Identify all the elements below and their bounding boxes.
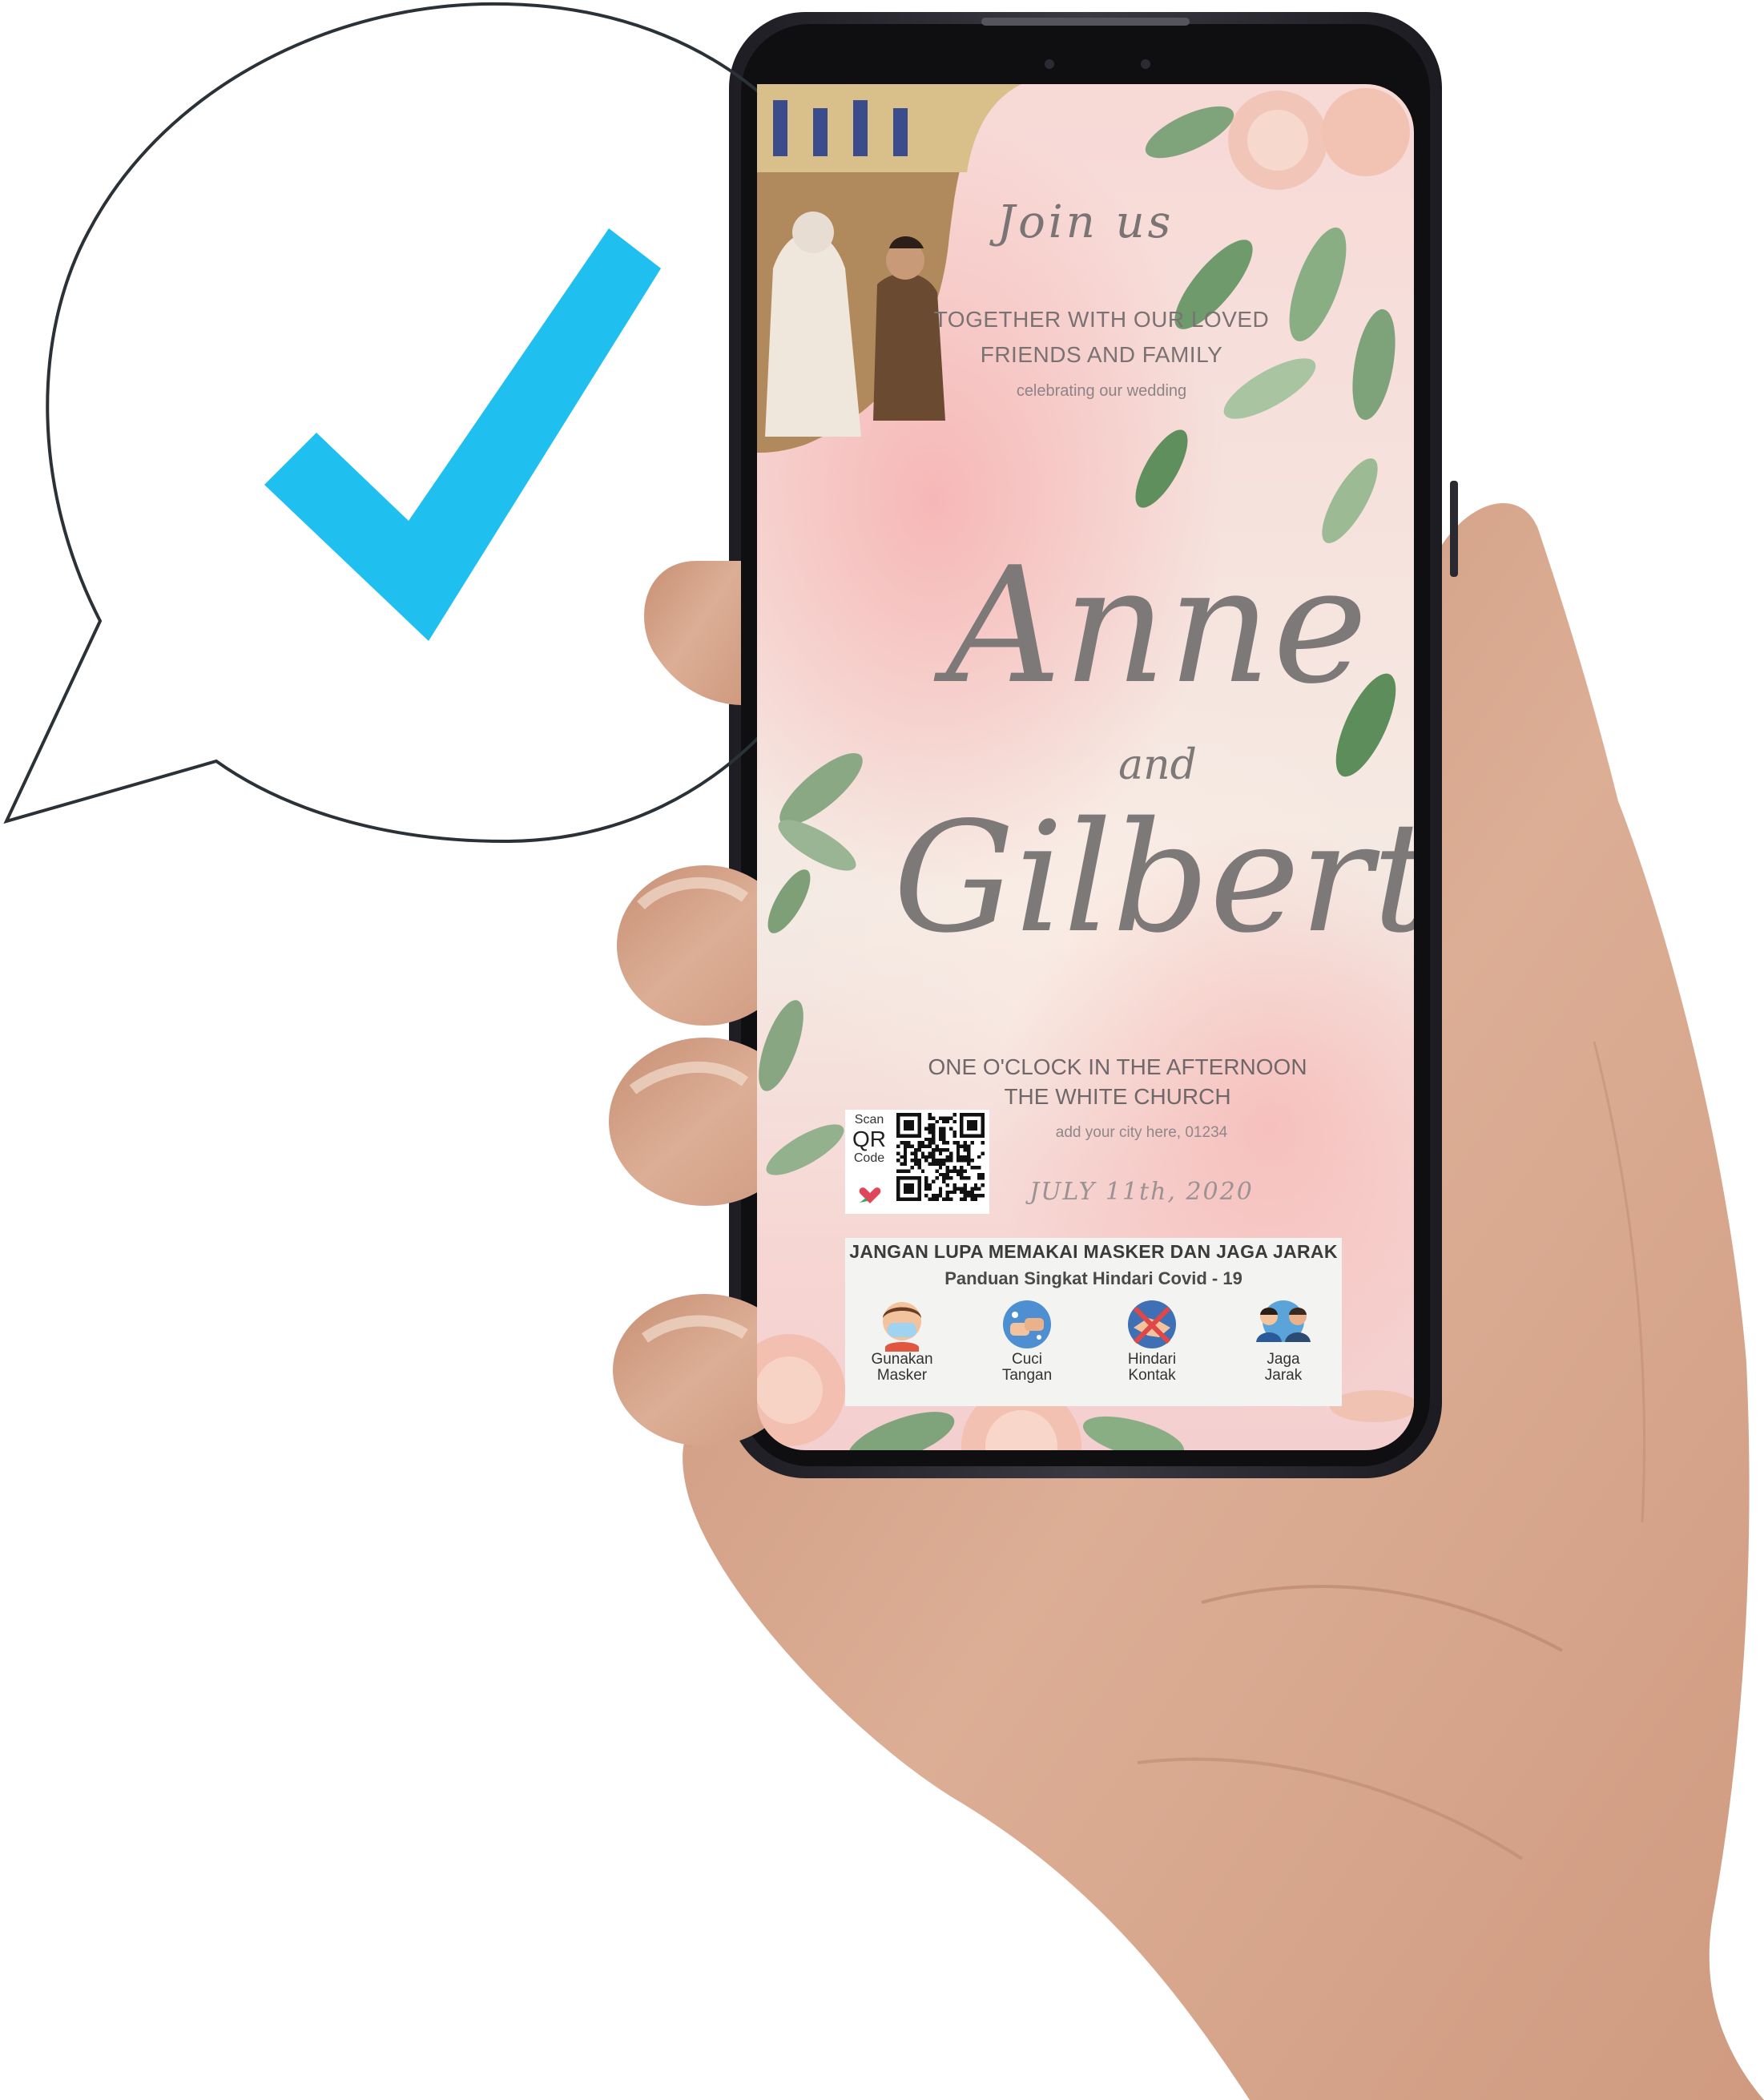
covid-title: JANGAN LUPA MEMAKAI MASKER DAN JAGA JARA… — [849, 1241, 1338, 1262]
covid-guide-banner: JANGAN LUPA MEMAKAI MASKER DAN JAGA JARA… — [845, 1238, 1342, 1406]
bride-name: Anne — [945, 533, 1370, 719]
tip-mask-line1: Gunakan — [871, 1351, 933, 1368]
tip-contact: Hindari Kontak — [1100, 1297, 1204, 1406]
tip-handwash: Cuci Tangan — [975, 1297, 1079, 1406]
venue-name: THE WHITE CHURCH — [1004, 1084, 1231, 1109]
handshake-icon — [1128, 1300, 1176, 1348]
together-line-2: FRIENDS AND FAMILY — [980, 342, 1223, 367]
groom-name: Gilbert — [893, 789, 1414, 966]
tip-handwash-line1: Cuci — [1011, 1351, 1042, 1368]
tip-contact-line1: Hindari — [1127, 1351, 1177, 1368]
qr-code-icon[interactable] — [896, 1113, 985, 1201]
covid-subtitle: Panduan Singkat Hindari Covid - 19 — [944, 1268, 1242, 1288]
tip-mask-line2: Masker — [876, 1367, 928, 1384]
qr-label-top: Scan — [854, 1113, 884, 1127]
social-distance-icon — [1256, 1300, 1311, 1342]
and-text: and — [1118, 741, 1197, 789]
tip-distance-line1: Jaga — [1267, 1351, 1300, 1368]
ceremony-time: ONE O'CLOCK IN THE AFTERNOON — [928, 1054, 1307, 1079]
checkmark-icon — [264, 228, 661, 641]
tip-distance-line2: Jarak — [1264, 1367, 1303, 1384]
tip-mask: Gunakan Masker — [850, 1297, 954, 1406]
hand-wash-icon — [1003, 1300, 1051, 1348]
heart-icon — [859, 1187, 881, 1203]
celebrating-text: celebrating our wedding — [1016, 382, 1187, 400]
tip-distance: Jaga Jarak — [1231, 1297, 1335, 1406]
qr-block[interactable]: Scan QR Code — [845, 1110, 989, 1214]
face-mask-icon — [883, 1302, 921, 1352]
qr-label-bottom: Code — [853, 1151, 885, 1165]
phone-screen: Join us TOGETHER WITH OUR LOVED FRIENDS … — [757, 84, 1414, 1450]
qr-label: Scan QR Code — [845, 1113, 893, 1166]
together-line-1: TOGETHER WITH OUR LOVED — [933, 307, 1270, 332]
tip-handwash-line2: Tangan — [1001, 1367, 1053, 1384]
join-us-text: Join us — [997, 196, 1174, 248]
tip-contact-line2: Kontak — [1128, 1367, 1176, 1384]
qr-label-mid: QR — [852, 1127, 886, 1151]
